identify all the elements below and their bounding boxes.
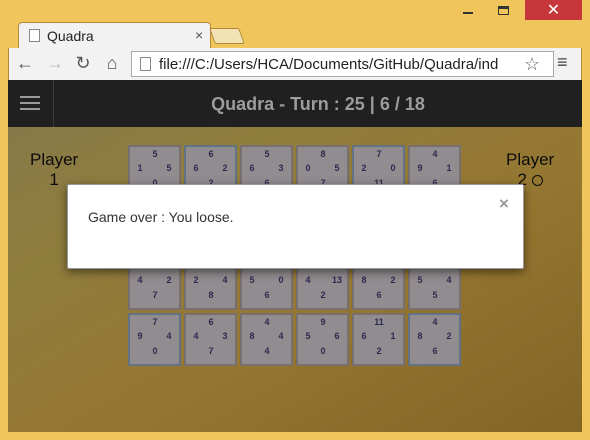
hamburger-menu-button[interactable] [8, 80, 54, 127]
page-viewport: Quadra - Turn : 25 | 6 / 18 Player 1 Pla… [8, 80, 582, 432]
browser-window: ✕ Quadra × ← → ↻ ⌂ file:///C:/Users/HCA/… [0, 0, 590, 440]
app-navbar: Quadra - Turn : 25 | 6 / 18 [8, 80, 582, 127]
close-window-button[interactable]: ✕ [525, 0, 582, 20]
minimize-button[interactable] [453, 0, 482, 20]
dialog-close-button[interactable]: × [499, 194, 509, 214]
close-icon: ✕ [546, 2, 561, 19]
maximize-icon [498, 5, 509, 15]
address-bar[interactable]: file:///C:/Users/HCA/Documents/GitHub/Qu… [131, 51, 554, 77]
new-tab-button[interactable] [209, 28, 245, 44]
home-icon[interactable]: ⌂ [102, 53, 122, 74]
menu-icon[interactable]: ≡ [557, 52, 568, 73]
tab-close-icon[interactable]: × [195, 27, 203, 43]
maximize-button[interactable] [482, 0, 525, 20]
file-icon [140, 57, 151, 71]
dialog-message: Game over : You loose. [88, 209, 234, 225]
forward-icon[interactable]: → [45, 53, 65, 74]
browser-toolbar: ← → ↻ ⌂ file:///C:/Users/HCA/Documents/G… [8, 48, 582, 80]
page-icon [29, 29, 40, 42]
bookmark-star-icon[interactable]: ☆ [524, 54, 540, 75]
url-text[interactable]: file:///C:/Users/HCA/Documents/GitHub/Qu… [159, 56, 519, 73]
tab-title: Quadra [47, 28, 94, 44]
reload-icon[interactable]: ↻ [73, 53, 93, 74]
game-over-dialog: Game over : You loose. × [67, 184, 524, 269]
minimize-icon [462, 12, 473, 14]
page-title: Quadra - Turn : 25 | 6 / 18 [211, 94, 425, 114]
browser-tab[interactable]: Quadra × [18, 22, 211, 48]
back-icon[interactable]: ← [15, 53, 35, 74]
modal-backdrop[interactable] [8, 127, 582, 432]
